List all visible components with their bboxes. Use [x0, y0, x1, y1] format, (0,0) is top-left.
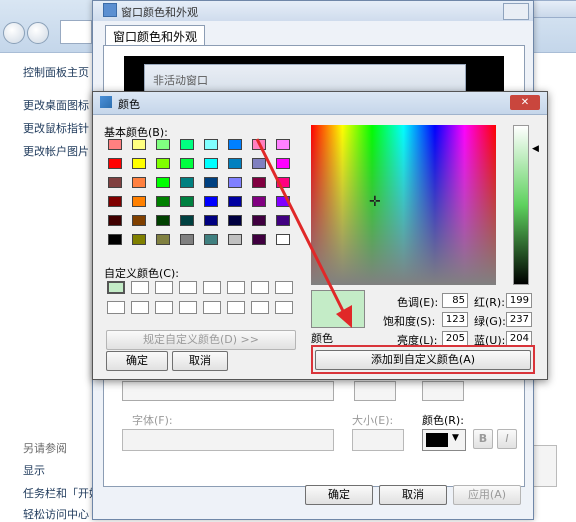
- annotation-arrow: [255, 138, 352, 328]
